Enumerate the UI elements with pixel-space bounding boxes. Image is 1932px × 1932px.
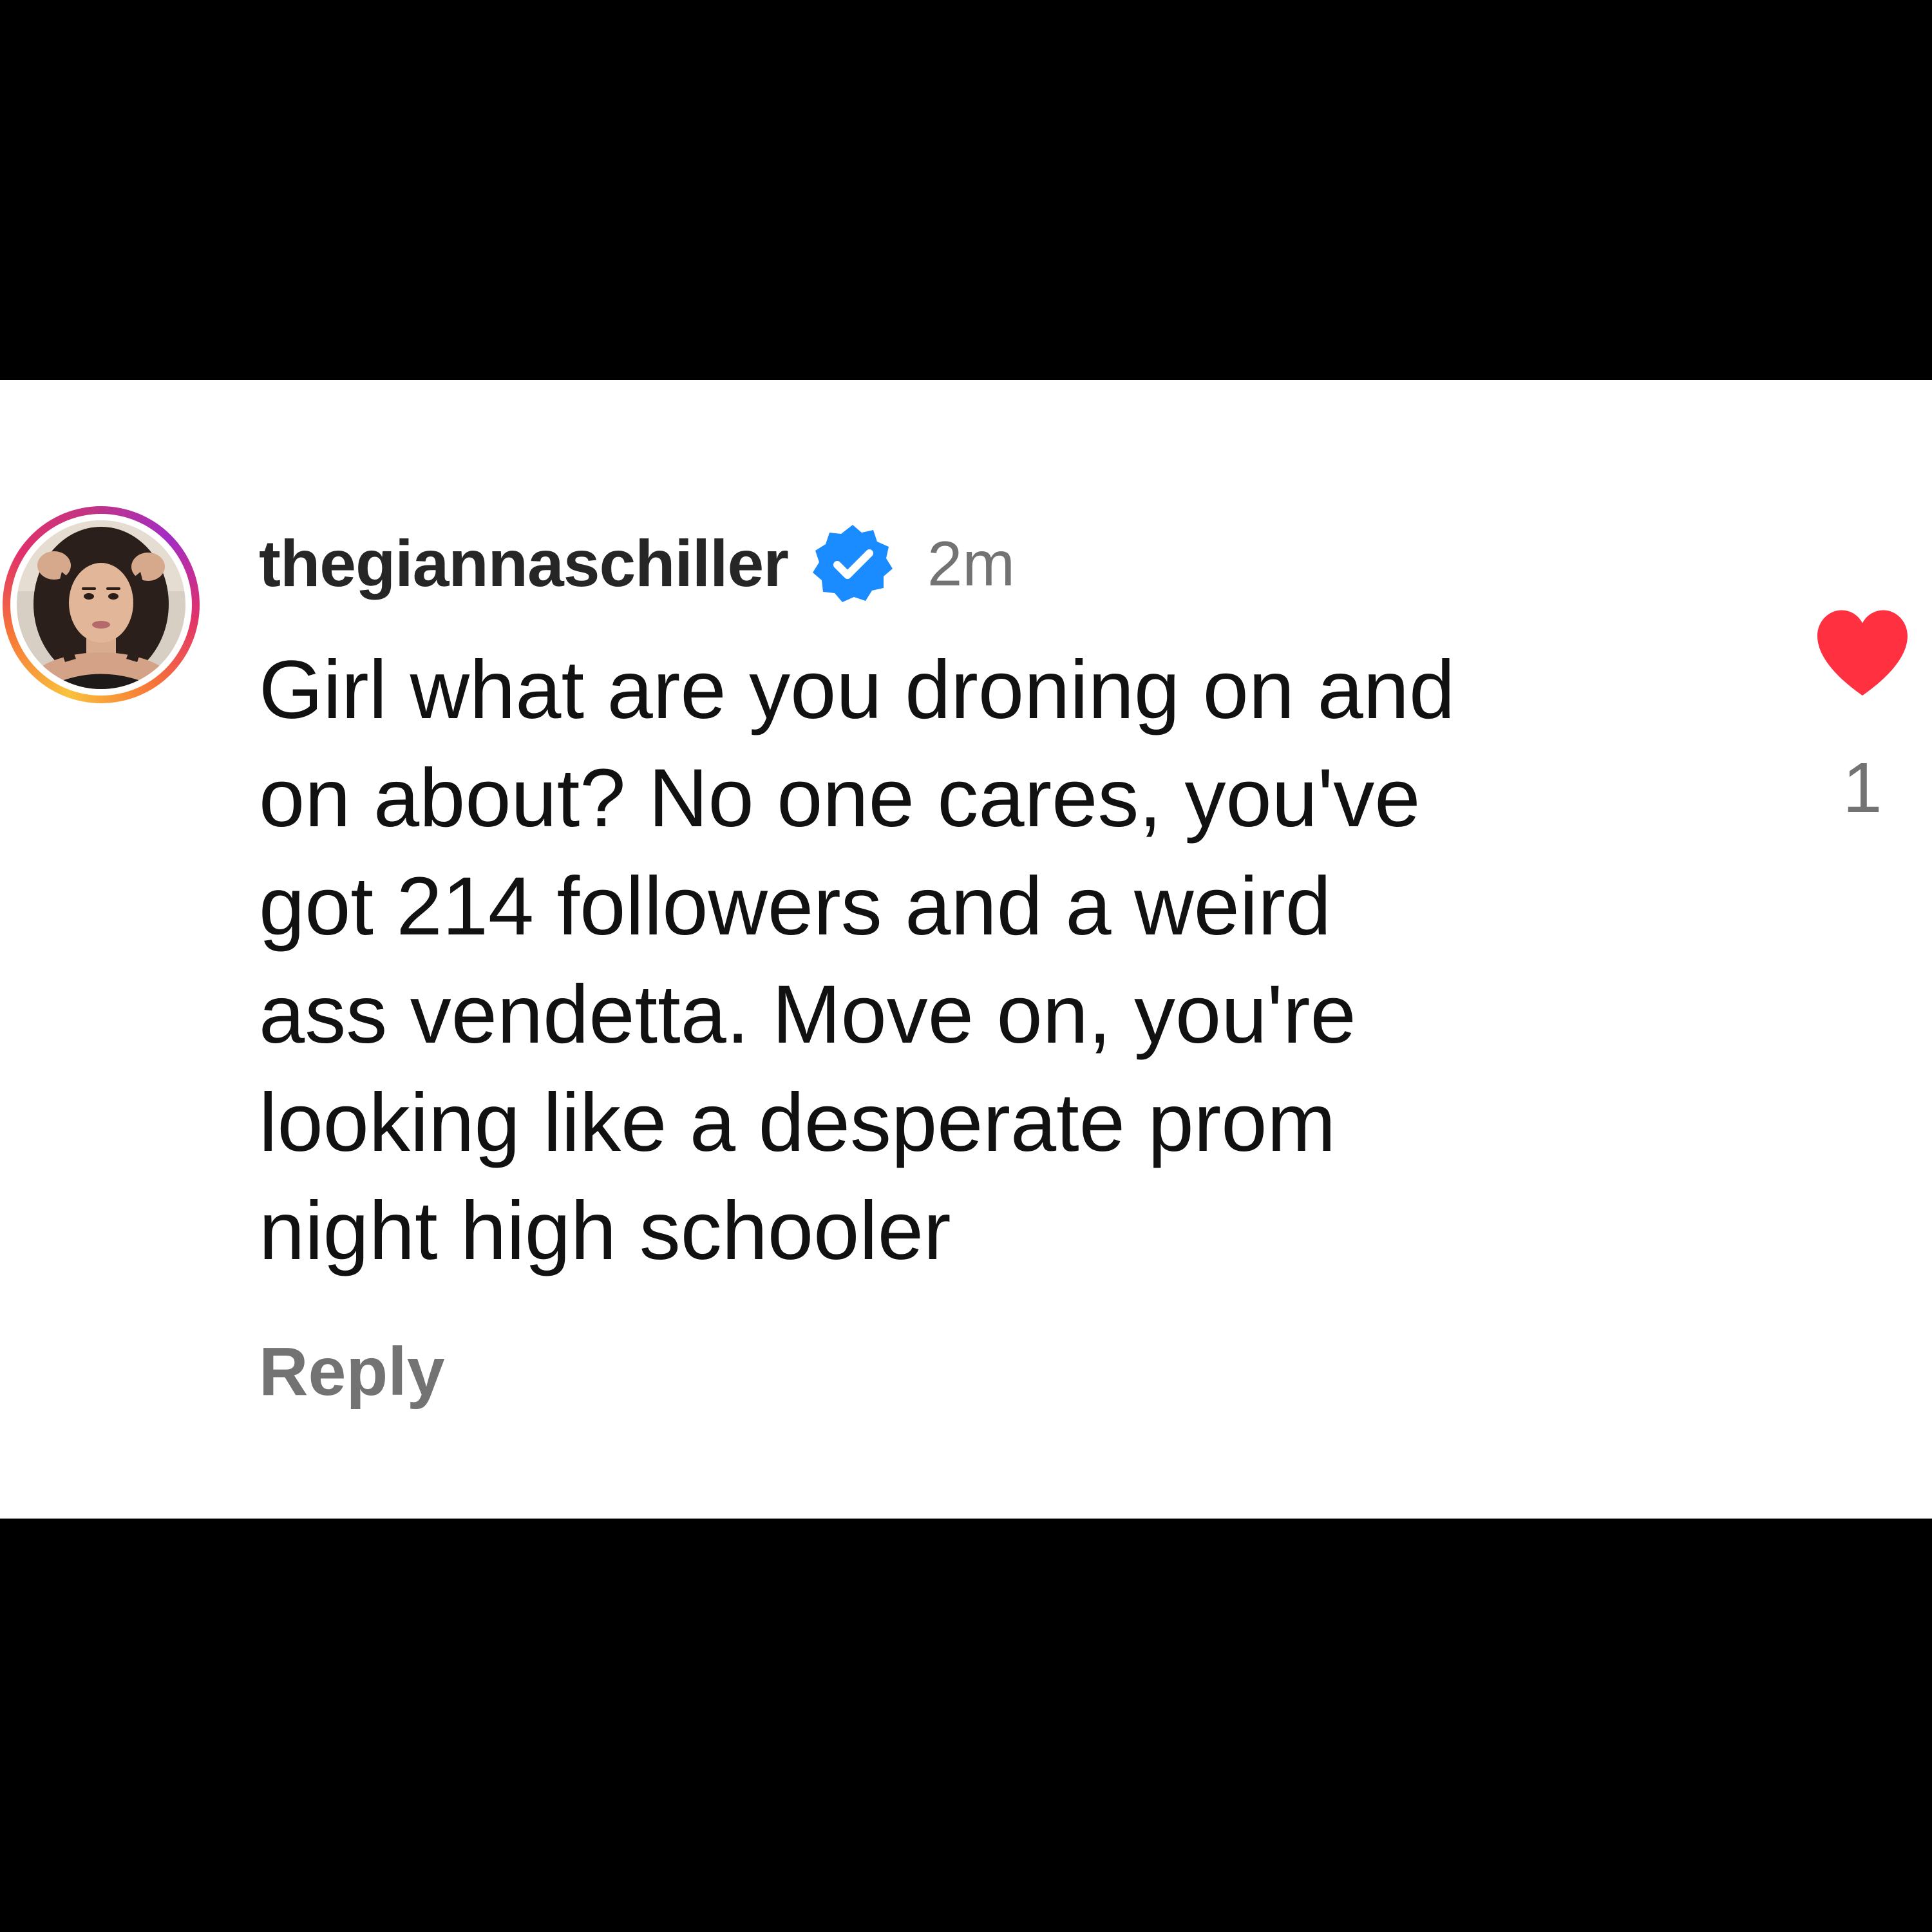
reply-button[interactable]: Reply bbox=[259, 1333, 445, 1411]
comment-body: Girl what are you droning on and on abou… bbox=[259, 644, 1455, 1277]
comment-card: thegiannaschiller 2m Girl what are you d… bbox=[0, 380, 1932, 1519]
like-count: 1 bbox=[1842, 748, 1882, 828]
comment-timestamp: 2m bbox=[927, 527, 1016, 599]
avatar-story-ring[interactable] bbox=[3, 506, 200, 703]
heart-icon[interactable] bbox=[1811, 605, 1914, 699]
username-link[interactable]: thegiannaschiller bbox=[259, 526, 789, 601]
avatar bbox=[17, 520, 185, 689]
avatar-image bbox=[17, 520, 185, 689]
avatar-ring-gap bbox=[10, 514, 192, 696]
comment-header: thegiannaschiller 2m bbox=[259, 522, 1015, 605]
verified-badge-icon bbox=[812, 525, 893, 602]
